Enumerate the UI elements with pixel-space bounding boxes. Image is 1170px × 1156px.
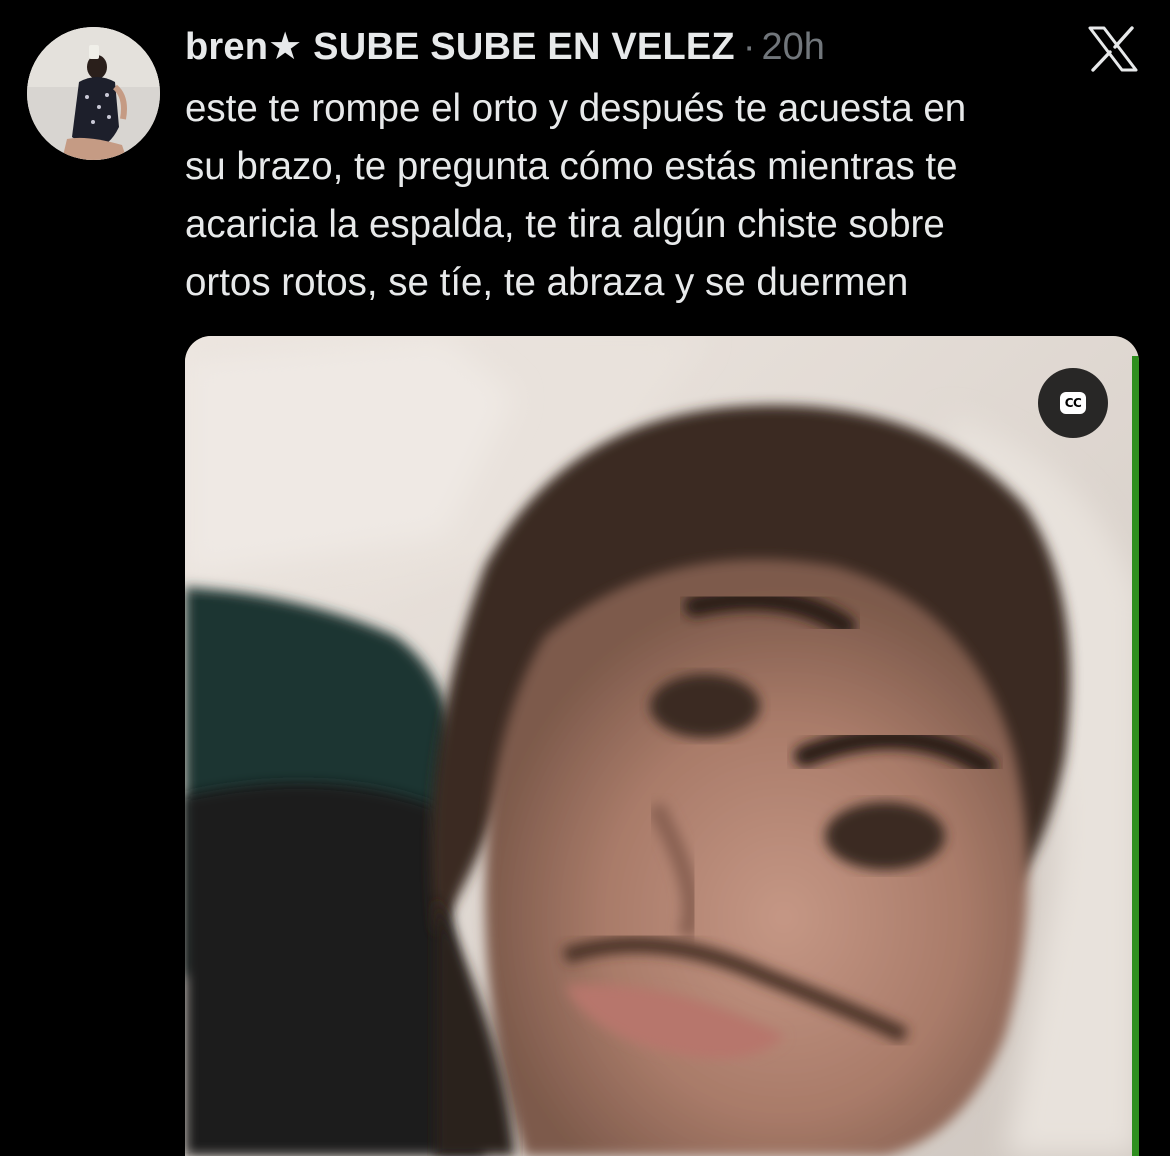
avatar-image (27, 27, 160, 160)
tweet-header: bren★ SUBE SUBE EN VELEZ · 20h (185, 24, 825, 72)
video-edge-artifact (1132, 356, 1139, 1156)
separator-dot: · (742, 26, 756, 68)
x-logo-icon (1088, 26, 1138, 72)
display-name[interactable]: bren★ SUBE SUBE EN VELEZ (185, 24, 735, 69)
video-frame (185, 336, 1139, 1156)
timestamp[interactable]: 20h (762, 26, 825, 69)
captions-button[interactable]: CC (1038, 368, 1108, 438)
video-player[interactable]: CC (185, 336, 1139, 1156)
tweet-text: este te rompe el orto y después te acues… (185, 87, 967, 304)
avatar[interactable] (27, 27, 160, 160)
closed-captions-icon: CC (1060, 392, 1086, 414)
tweet-card: bren★ SUBE SUBE EN VELEZ · 20h este te r… (0, 0, 1170, 1156)
